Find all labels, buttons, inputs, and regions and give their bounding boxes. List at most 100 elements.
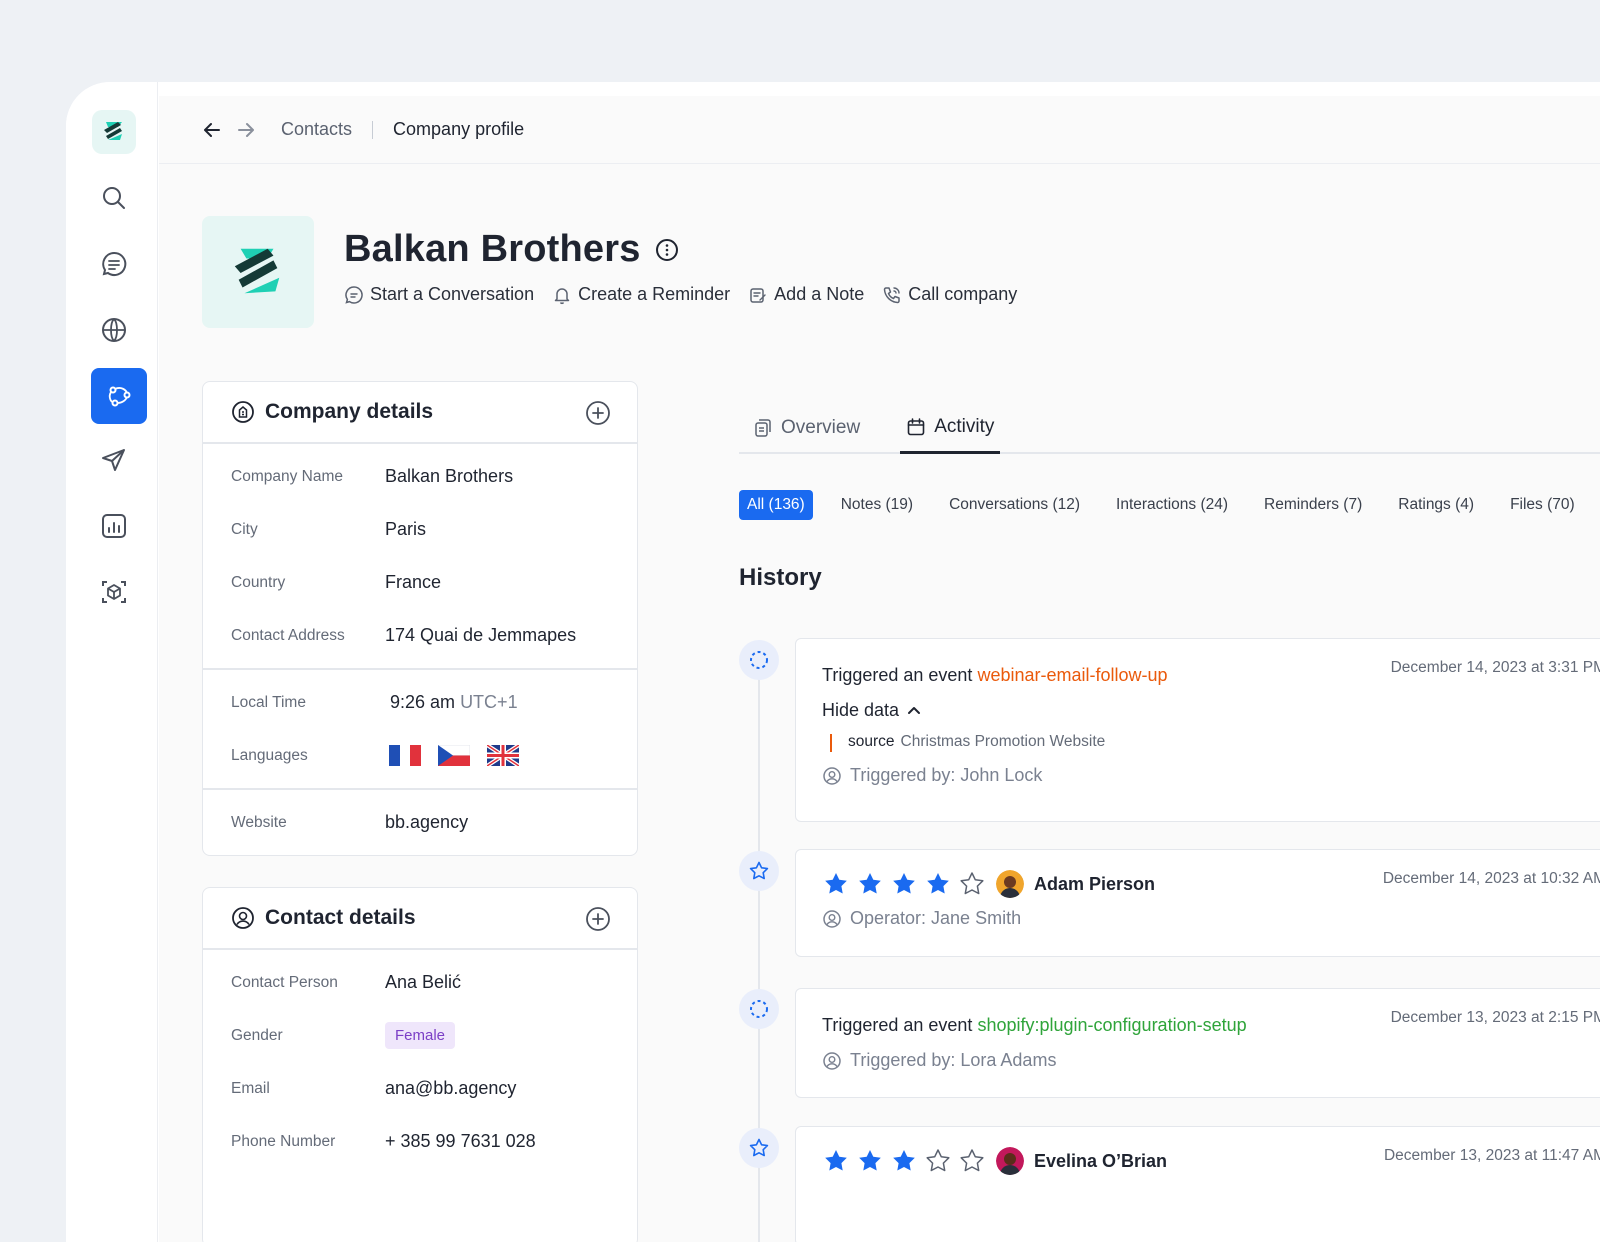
contact-details-header: Contact details: [203, 888, 637, 950]
company-details-header: Company details: [203, 382, 637, 444]
activity-filters: All (136) Notes (19) Conversations (12) …: [739, 490, 1583, 520]
source-key: source: [848, 733, 895, 750]
contact-details-title: Contact details: [265, 906, 416, 929]
star-empty-icon: [960, 872, 984, 895]
profile-tabs: Overview Activity: [739, 402, 1600, 454]
nav-search[interactable]: [92, 176, 136, 220]
call-company-label: Call company: [908, 284, 1018, 304]
company-info-group: Company Name Balkan Brothers City Paris …: [203, 444, 637, 670]
nav-contacts[interactable]: [91, 368, 147, 424]
rating-date: December 14, 2023 at 10:32 AM: [1382, 870, 1600, 887]
city-key: City: [231, 520, 258, 538]
local-time-value: 9:26 am UTC+1: [385, 692, 518, 713]
filter-files[interactable]: Files (70): [1502, 490, 1583, 520]
timezone: UTC+1: [460, 692, 518, 712]
rating-date: December 13, 2023 at 11:47 AM: [1383, 1147, 1600, 1164]
contact-person-value: Ana Belić: [385, 972, 462, 992]
cube-scan-icon: [102, 581, 126, 603]
add-note-button[interactable]: Add a Note: [748, 284, 864, 305]
note-icon: [750, 287, 766, 303]
history-title: History: [739, 564, 822, 591]
chat-icon: [102, 251, 127, 276]
local-time: 9:26 am: [390, 692, 456, 712]
nav-campaigns[interactable]: [92, 438, 136, 482]
tab-activity-label: Activity: [934, 415, 995, 437]
app-window: Contacts Company profile Balkan Brothers…: [66, 82, 1600, 1242]
filter-notes[interactable]: Notes (19): [833, 490, 921, 520]
forward-arrow-icon[interactable]: [235, 119, 257, 141]
email-value[interactable]: ana@bb.agency: [385, 1078, 516, 1099]
contact-details-card: Contact details Contact Person Ana Belić…: [202, 887, 638, 1242]
back-arrow-icon[interactable]: [201, 119, 223, 141]
website-key: Website: [231, 813, 287, 831]
hide-data-label: Hide data: [822, 700, 900, 720]
contact-person-key: Contact Person: [231, 973, 338, 991]
filter-ratings[interactable]: Ratings (4): [1390, 490, 1482, 520]
star-filled-icon: [825, 1150, 847, 1171]
nav-reports[interactable]: [92, 504, 136, 548]
tab-overview-label: Overview: [781, 417, 861, 438]
country-value: France: [385, 572, 442, 592]
operator: Operator: Jane Smith: [850, 908, 1022, 928]
company-actions: Start a Conversation Create a Reminder A…: [344, 284, 1017, 305]
history-event: Triggered an event webinar-email-follow-…: [795, 638, 1600, 822]
event-name[interactable]: shopify:plugin-configuration-setup: [977, 1015, 1246, 1035]
local-time-row: Local Time 9:26 am UTC+1: [203, 676, 637, 729]
company-logo-icon: [234, 248, 280, 294]
address-value: 174 Quai de Jemmapes: [385, 625, 577, 645]
phone-value[interactable]: + 385 99 7631 028: [385, 1131, 536, 1152]
star-empty-icon: [960, 1149, 984, 1172]
phone-key: Phone Number: [231, 1132, 336, 1150]
tab-overview[interactable]: Overview: [739, 402, 866, 454]
star-outline-icon: [749, 1138, 769, 1157]
calendar-icon: [907, 417, 925, 435]
nav-integrations[interactable]: [92, 570, 136, 614]
add-circle-icon[interactable]: [585, 906, 611, 932]
rating-person: Evelina O’Brian: [1034, 1150, 1168, 1171]
event-name[interactable]: webinar-email-follow-up: [977, 665, 1167, 685]
call-company-button[interactable]: Call company: [882, 284, 1017, 305]
timeline-rating-marker: [739, 851, 779, 891]
breadcrumb-contacts[interactable]: Contacts: [281, 119, 352, 140]
nav-web[interactable]: [92, 308, 136, 352]
languages-value: [385, 745, 531, 767]
star-filled-icon: [893, 873, 915, 894]
main-content: Contacts Company profile Balkan Brothers…: [159, 96, 1600, 1242]
tab-activity[interactable]: Activity: [900, 402, 1001, 454]
chat-icon: [345, 285, 363, 304]
event-prefix: Triggered an event: [822, 665, 973, 685]
start-conversation-button[interactable]: Start a Conversation: [344, 284, 534, 305]
web-group: Website bb.agency: [203, 790, 637, 855]
website-value[interactable]: bb.agency: [385, 812, 468, 833]
filter-all[interactable]: All (136): [739, 490, 813, 520]
contact-info-group: Contact Person Ana Belić Gender Female E…: [203, 950, 637, 1174]
building-icon: [232, 401, 254, 423]
star-empty-icon: [926, 1149, 950, 1172]
document-icon: [755, 419, 771, 437]
add-note-label: Add a Note: [774, 284, 865, 304]
page-title: Balkan Brothers: [344, 228, 679, 271]
add-circle-icon[interactable]: [585, 400, 611, 426]
event-source: source Christmas Promotion Website: [822, 733, 1600, 752]
filter-reminders[interactable]: Reminders (7): [1256, 490, 1370, 520]
timeline-rating-marker: [739, 1128, 779, 1168]
search-icon: [103, 187, 125, 209]
hide-data-toggle[interactable]: Hide data: [822, 700, 1600, 721]
rating-meta: Operator: Jane Smith: [822, 908, 1600, 929]
avatar: [996, 870, 1024, 898]
history-rating: Evelina O’Brian December 13, 2023 at 11:…: [795, 1126, 1600, 1242]
chart-icon: [102, 514, 126, 538]
timeline-event-marker: [739, 989, 779, 1029]
create-reminder-button[interactable]: Create a Reminder: [552, 284, 730, 305]
info-icon[interactable]: [655, 238, 679, 262]
filter-interactions[interactable]: Interactions (24): [1108, 490, 1236, 520]
timeline-event-marker: [739, 640, 779, 680]
brand-logo[interactable]: [92, 110, 136, 154]
contact-person-row: Contact Person Ana Belić: [203, 956, 637, 1009]
event-date: December 13, 2023 at 2:15 PM: [1390, 1009, 1600, 1026]
company-details-card: Company details Company Name Balkan Brot…: [202, 381, 638, 856]
company-name-value: Balkan Brothers: [385, 466, 514, 486]
filter-conversations[interactable]: Conversations (12): [941, 490, 1088, 520]
locale-group: Local Time 9:26 am UTC+1 Languages: [203, 670, 637, 790]
nav-conversations[interactable]: [92, 242, 136, 286]
